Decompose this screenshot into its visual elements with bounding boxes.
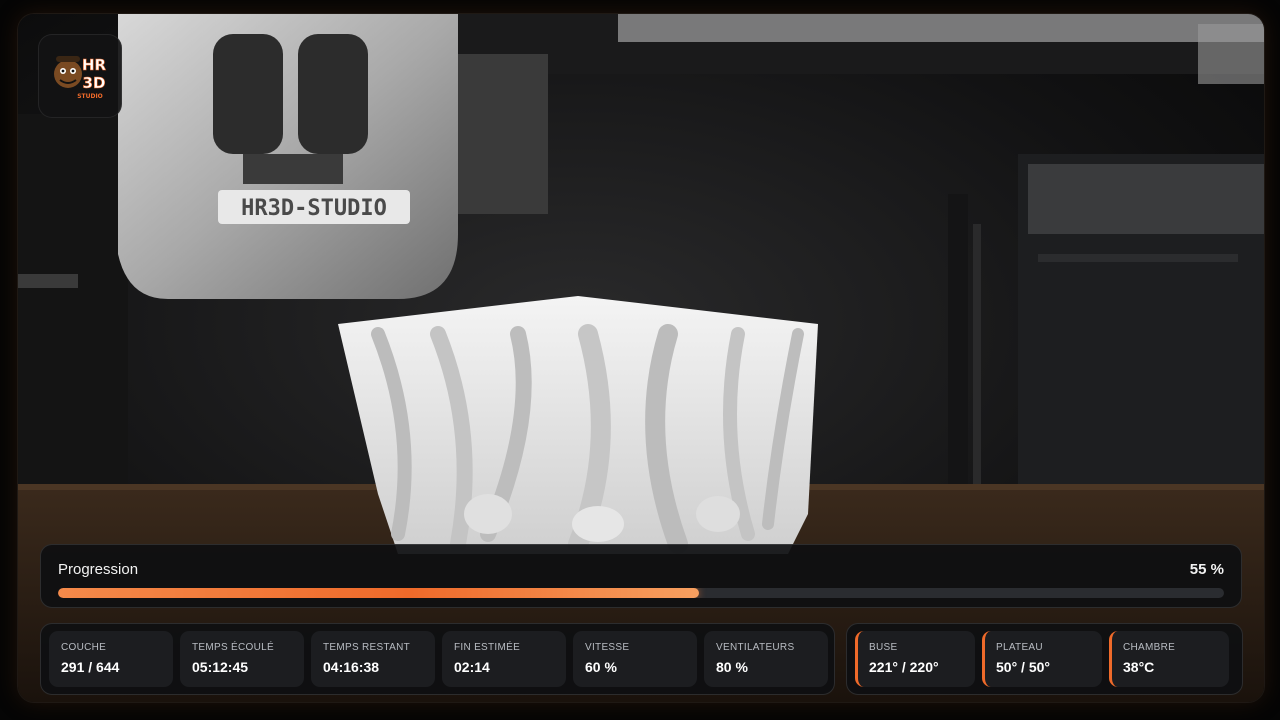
nozzle-label: HR3D-STUDIO: [241, 196, 387, 221]
stat-label: VENTILATEURS: [716, 642, 795, 653]
stat-value: 221° / 220°: [869, 659, 939, 675]
stat-label: CHAMBRE: [1123, 642, 1176, 653]
stat-value: 02:14: [454, 659, 490, 675]
print-stats-panel: COUCHE 291 / 644 TEMPS ÉCOULÉ 05:12:45 TEMPS…: [40, 623, 835, 695]
stat-value: 04:16:38: [323, 659, 380, 675]
studio-logo-icon: HR 3D STUDIO: [54, 56, 107, 100]
logo-text-3d: 3D: [83, 74, 106, 92]
studio-logo: HR 3D STUDIO: [38, 34, 122, 118]
stat-value: 60 %: [585, 659, 617, 675]
stat-card-buse: BUSE 221° / 220°: [855, 631, 975, 687]
stat-label: COUCHE: [61, 642, 107, 653]
stat-label: TEMPS RESTANT: [323, 642, 411, 653]
stat-value: 291 / 644: [61, 659, 120, 675]
stat-label: VITESSE: [585, 642, 630, 653]
stat-card-ventilateurs: VENTILATEURS 80 %: [704, 631, 828, 687]
stat-card-couche: COUCHE 291 / 644: [49, 631, 173, 687]
stat-value: 80 %: [716, 659, 748, 675]
progress-panel: Progression 55 %: [40, 544, 1242, 608]
progress-bar-fill: [58, 588, 700, 598]
stat-card-vitesse: VITESSE 60 %: [573, 631, 697, 687]
progress-bar: [58, 588, 1224, 598]
temperature-stats-panel: BUSE 221° / 220° PLATEAU 50° / 50° CHAMBRE 38…: [846, 623, 1243, 695]
progress-percent: 55 %: [1189, 561, 1224, 578]
stat-value: 50° / 50°: [996, 659, 1051, 675]
logo-text-studio: STUDIO: [77, 93, 103, 100]
progress-label: Progression: [58, 561, 139, 578]
stat-label: BUSE: [869, 642, 898, 653]
stat-card-chambre: CHAMBRE 38°C: [1109, 631, 1229, 687]
stat-value: 05:12:45: [192, 659, 249, 675]
stat-label: TEMPS ÉCOULÉ: [192, 642, 274, 653]
logo-text-hr: HR: [82, 56, 107, 74]
stat-value: 38°C: [1123, 659, 1155, 675]
stat-label: FIN ESTIMÉE: [454, 642, 521, 653]
camera-frame: HR3D-STUDIO HR 3D STUDIO Progression 55 …: [18, 14, 1264, 702]
stat-label: PLATEAU: [996, 642, 1043, 653]
stat-card-temps-restant: TEMPS RESTANT 04:16:38: [311, 631, 435, 687]
stat-card-plateau: PLATEAU 50° / 50°: [982, 631, 1102, 687]
stat-card-temps-ecoule: TEMPS ÉCOULÉ 05:12:45: [180, 631, 304, 687]
stat-card-fin-estimee: FIN ESTIMÉE 02:14: [442, 631, 566, 687]
